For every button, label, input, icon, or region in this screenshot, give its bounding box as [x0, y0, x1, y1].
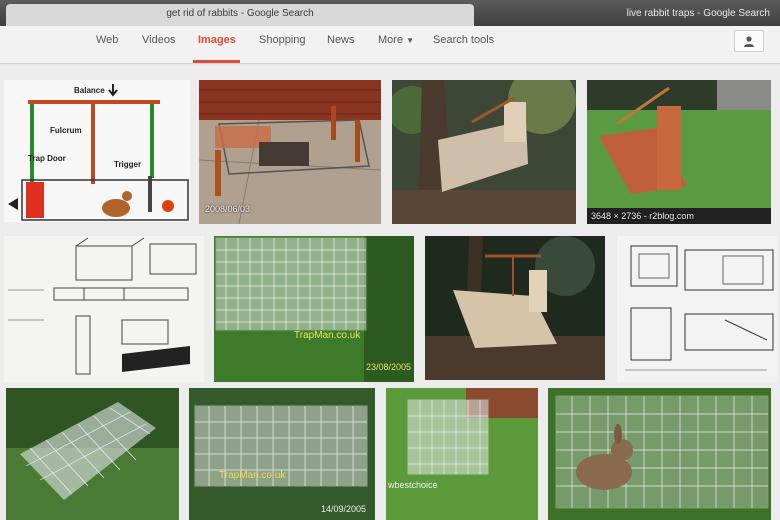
result-image-trap-on-paving[interactable]: 2008/06/03 — [199, 80, 381, 224]
nav-tab-videos[interactable]: Videos — [142, 26, 175, 62]
diagram-label-trap-door: Trap Door — [28, 154, 66, 163]
result-image-trap-diagram[interactable]: Balance Fulcrum Trap Door Trigger — [4, 80, 190, 222]
search-nav-bar: Web Videos Images Shopping News More ▼ Se… — [0, 26, 780, 64]
result-date-label-2: 14/09/2005 — [321, 504, 367, 514]
nav-tab-more-label: More — [378, 34, 404, 46]
result-image-wooden-trap-dark[interactable] — [425, 236, 605, 380]
caret-down-icon: ▼ — [406, 36, 414, 45]
result-image-wooden-trap-tree[interactable] — [392, 80, 576, 224]
result-watermark-label-3: wbestchoice — [388, 480, 438, 490]
diagram-label-trigger: Trigger — [114, 160, 142, 169]
image-results-grid: Balance Fulcrum Trap Door Trigger 2008/0… — [0, 66, 780, 520]
result-image-galvanised-cage[interactable] — [6, 388, 179, 520]
result-watermark-label-2: TrapMan.co.uk — [219, 470, 286, 481]
result-image-rabbit-in-cage[interactable] — [548, 388, 771, 520]
person-icon — [744, 36, 754, 47]
result-image-wire-cage-trapman[interactable]: TrapMan.co.uk 23/08/2005 — [214, 236, 414, 382]
nav-tab-more[interactable]: More ▼ — [378, 26, 414, 62]
result-timestamp-label: 2008/06/03 — [205, 204, 251, 214]
nav-tab-news[interactable]: News — [327, 26, 355, 62]
nav-tab-images[interactable]: Images — [198, 26, 236, 62]
result-image-long-cage-trapman[interactable]: TrapMan.co.uk 14/09/2005 — [189, 388, 375, 520]
result-watermark-label: TrapMan.co.uk — [294, 330, 361, 341]
result-dimensions-label: 3648 × 2736 - r2blog.com — [591, 211, 694, 221]
result-image-technical-plans[interactable] — [617, 236, 777, 382]
result-image-wooden-trap-lawn[interactable]: 3648 × 2736 - r2blog.com — [587, 80, 771, 224]
diagram-label-balance: Balance — [74, 86, 105, 95]
diagram-label-fulcrum: Fulcrum — [50, 126, 82, 135]
search-tools-button[interactable]: Search tools — [433, 26, 494, 62]
nav-tab-shopping[interactable]: Shopping — [259, 26, 306, 62]
account-button[interactable] — [734, 30, 764, 52]
result-image-trap-plans[interactable] — [4, 236, 204, 382]
browser-tab-strip: get rid of rabbits - Google Search live … — [0, 0, 780, 26]
browser-tab-active[interactable]: get rid of rabbits - Google Search — [6, 4, 474, 26]
browser-tab-other[interactable]: live rabbit traps - Google Search — [480, 4, 780, 26]
nav-tab-web[interactable]: Web — [96, 26, 118, 62]
result-image-cage-bestchoice[interactable]: wbestchoice — [386, 388, 538, 520]
active-tab-indicator — [193, 60, 240, 63]
result-date-label: 23/08/2005 — [366, 362, 412, 372]
